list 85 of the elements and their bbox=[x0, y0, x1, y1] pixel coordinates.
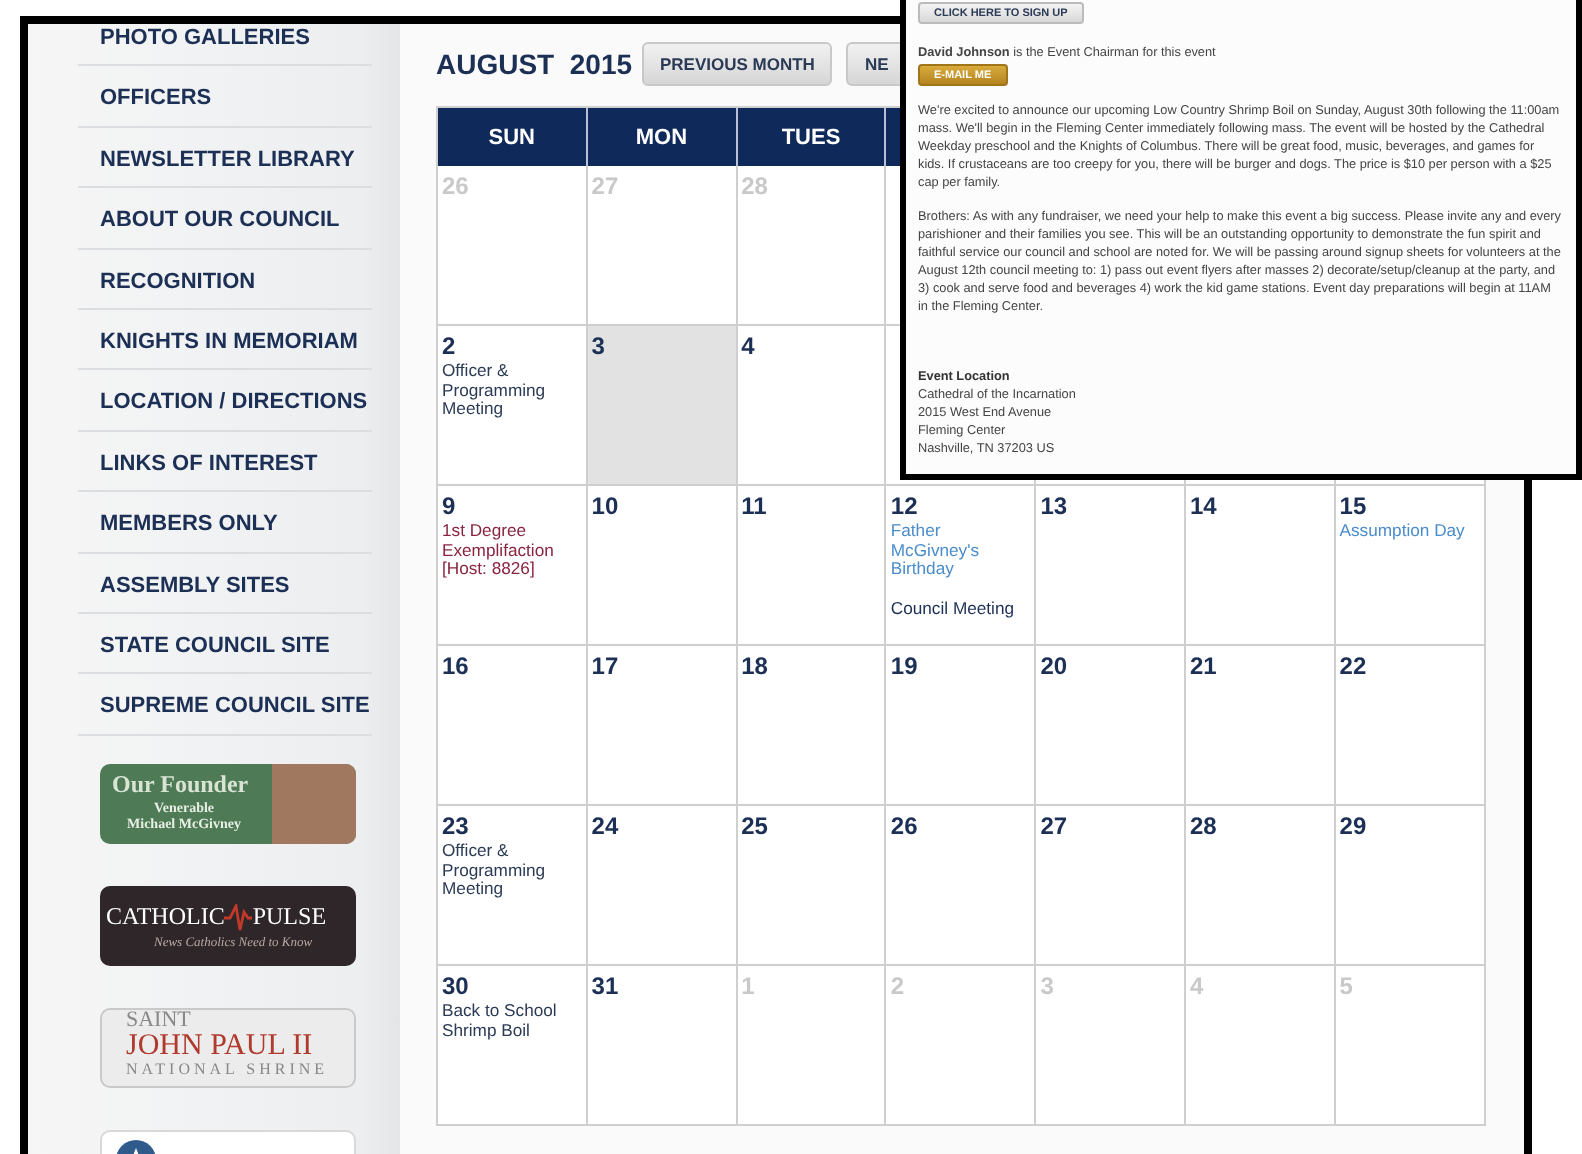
day-cell[interactable]: 27 bbox=[1036, 806, 1186, 966]
day-number: 26 bbox=[890, 812, 918, 840]
day-cell[interactable]: 3 bbox=[587, 326, 738, 486]
weekday-header: MON bbox=[587, 108, 738, 166]
calendar-event[interactable]: 1st Degree Exemplifaction [Host: 8826] bbox=[442, 522, 582, 579]
sidebar-link[interactable]: LINKS OF INTEREST bbox=[100, 451, 318, 476]
banner-title: CATHOLIC bbox=[106, 902, 225, 933]
sidebar-link[interactable]: SUPREME COUNCIL SITE bbox=[100, 694, 370, 719]
day-cell[interactable]: 21 bbox=[1185, 646, 1336, 806]
day-number: 12 bbox=[890, 492, 918, 520]
day-number: 20 bbox=[1040, 652, 1068, 680]
day-cell[interactable]: 31 bbox=[587, 966, 738, 1126]
weekday-header: SUN bbox=[438, 108, 588, 166]
day-cell[interactable]: 4 bbox=[737, 326, 887, 486]
day-cell[interactable]: 30 Back to School Shrimp Boil bbox=[438, 966, 588, 1126]
day-number: 24 bbox=[591, 812, 619, 840]
day-number: 15 bbox=[1339, 492, 1367, 520]
day-number: 2 bbox=[442, 332, 456, 360]
banner-title: SAINT bbox=[126, 1009, 193, 1032]
sidebar-link[interactable]: ASSEMBLY SITES bbox=[100, 573, 290, 598]
day-cell[interactable]: 15 Assumption Day bbox=[1335, 486, 1486, 646]
calendar-event[interactable]: Council Meeting bbox=[890, 599, 1015, 618]
day-cell[interactable]: 2 Officer & Programming Meeting bbox=[438, 326, 588, 486]
day-cell[interactable]: 9 1st Degree Exemplifaction [Host: 8826] bbox=[438, 486, 588, 646]
day-number: 13 bbox=[1040, 492, 1068, 520]
day-cell[interactable]: 14 bbox=[1185, 486, 1336, 646]
sidebar-link[interactable]: RECOGNITION bbox=[100, 269, 256, 294]
calendar-event[interactable]: Father McGivney's Birthday bbox=[890, 522, 1031, 579]
day-number: 16 bbox=[442, 652, 469, 680]
day-number: 10 bbox=[591, 492, 619, 520]
weekday-header: TUES bbox=[737, 108, 887, 166]
calendar-event[interactable]: Officer & Programming Meeting bbox=[442, 362, 582, 419]
shrine-banner[interactable]: SAINT JOHN PAUL II NATIONAL SHRINE bbox=[100, 1007, 356, 1088]
day-number: 25 bbox=[741, 812, 768, 840]
day-cell[interactable]: 22 bbox=[1335, 646, 1486, 806]
day-number: 14 bbox=[1189, 492, 1217, 520]
day-cell[interactable]: 13 bbox=[1036, 486, 1186, 646]
day-cell[interactable]: 11 bbox=[737, 486, 887, 646]
day-cell[interactable]: 17 bbox=[587, 646, 738, 806]
day-number: 19 bbox=[890, 652, 918, 680]
day-number: 29 bbox=[1339, 812, 1367, 840]
day-cell[interactable]: 18 bbox=[737, 646, 887, 806]
day-cell[interactable]: 12 Father McGivney's Birthday Council Meeting bbox=[886, 486, 1037, 646]
month-nav-button[interactable]: PREVIOUS MONTH bbox=[642, 42, 833, 86]
sidebar-link[interactable]: LOCATION / DIRECTIONS bbox=[100, 390, 368, 415]
day-number: 30 bbox=[442, 972, 469, 1000]
banner-title: JOHN PAUL II bbox=[126, 1031, 315, 1062]
sidebar-link[interactable]: KNIGHTS IN MEMORIAM bbox=[100, 329, 358, 354]
day-number: 3 bbox=[591, 332, 605, 360]
day-cell[interactable]: 23 Officer & Programming Meeting bbox=[438, 806, 588, 966]
banner-title: Our Founder bbox=[112, 769, 251, 800]
day-cell[interactable]: 24 bbox=[587, 806, 738, 966]
day-cell[interactable]: 26 bbox=[886, 806, 1037, 966]
sidebar-link[interactable]: PHOTO GALLERIES bbox=[100, 26, 310, 50]
day-number: 17 bbox=[591, 652, 619, 680]
calendar-event[interactable]: Officer & Programming Meeting bbox=[442, 842, 582, 899]
banner-subtitle: NATIONAL SHRINE bbox=[126, 1061, 331, 1078]
banner-title: PULSE bbox=[252, 902, 327, 933]
day-number: 31 bbox=[591, 972, 619, 1000]
day-number: 9 bbox=[442, 492, 456, 520]
calendar-event[interactable]: Back to School Shrimp Boil bbox=[442, 1002, 582, 1040]
sidebar-link[interactable]: ABOUT OUR COUNCIL bbox=[100, 208, 340, 233]
day-cell[interactable]: 25 bbox=[737, 806, 887, 966]
day-number: 4 bbox=[741, 332, 755, 360]
day-cell[interactable]: 20 bbox=[1036, 646, 1186, 806]
sidebar-link[interactable]: STATE COUNCIL SITE bbox=[100, 633, 330, 658]
day-number: 18 bbox=[741, 652, 768, 680]
pulse-line-icon bbox=[224, 903, 253, 932]
sidebar-link[interactable]: NEWSLETTER LIBRARY bbox=[100, 147, 355, 172]
day-number: 23 bbox=[442, 812, 469, 840]
day-cell[interactable]: 28 bbox=[1185, 806, 1336, 966]
sidebar-link[interactable]: OFFICERS bbox=[100, 86, 212, 111]
photo-placeholder bbox=[272, 763, 356, 844]
day-number: 22 bbox=[1339, 652, 1367, 680]
sidebar-link[interactable]: MEMBERS ONLY bbox=[100, 512, 278, 537]
day-number: 21 bbox=[1189, 652, 1217, 680]
day-cell[interactable]: 19 bbox=[886, 646, 1037, 806]
day-number: 11 bbox=[741, 492, 767, 520]
day-number: 28 bbox=[1189, 812, 1217, 840]
calendar-event[interactable]: Assumption Day bbox=[1339, 522, 1465, 541]
day-cell[interactable]: 29 bbox=[1335, 806, 1486, 966]
day-cell[interactable]: 16 bbox=[438, 646, 588, 806]
month-title: AUGUST 2015 bbox=[436, 48, 628, 80]
day-number: 27 bbox=[1040, 812, 1068, 840]
day-cell[interactable]: 10 bbox=[587, 486, 738, 646]
